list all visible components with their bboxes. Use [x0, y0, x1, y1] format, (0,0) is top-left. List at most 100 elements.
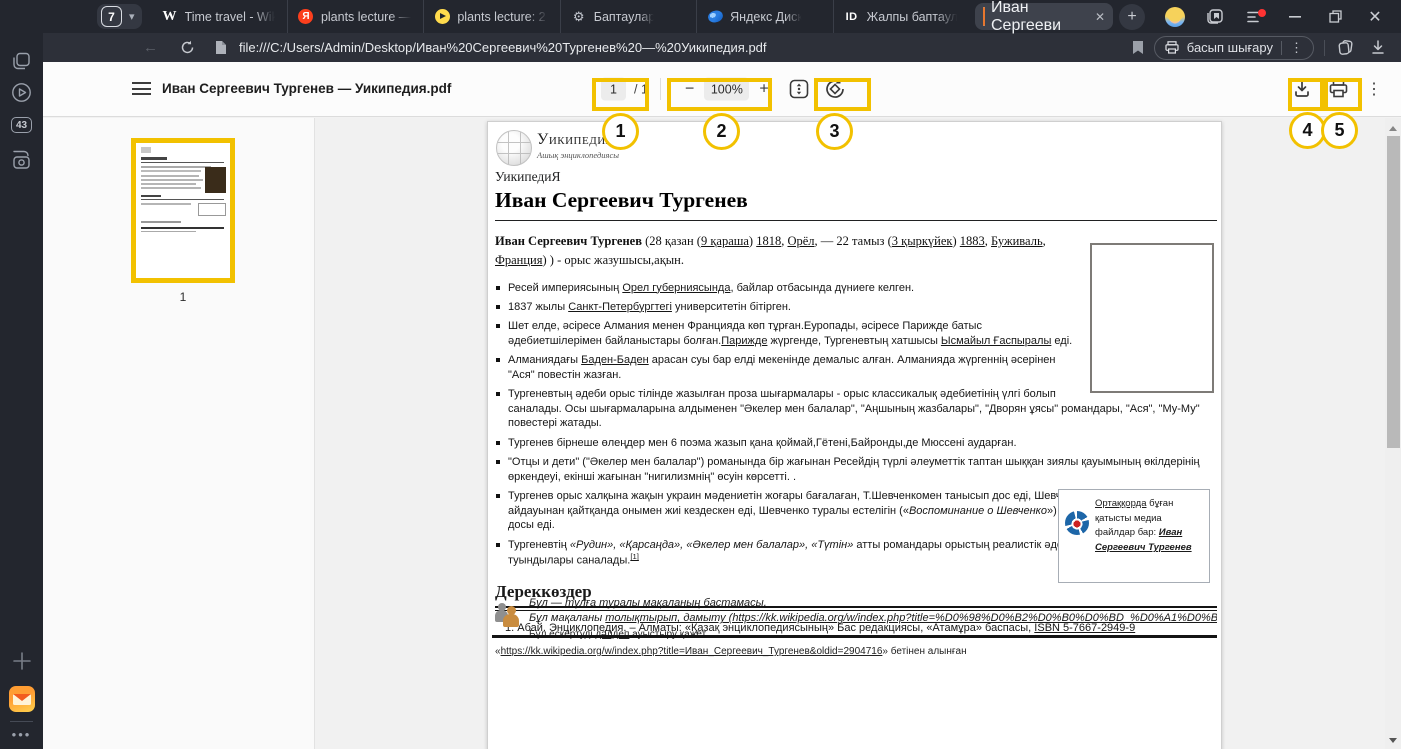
close-tab-icon[interactable]: ✕: [1095, 10, 1105, 24]
divider: [1324, 40, 1325, 56]
tab-wikipedia[interactable]: W Time travel - Wikip: [152, 0, 287, 33]
tab-label: Time travel - Wikip: [185, 10, 277, 24]
pdf-file-icon: [983, 8, 985, 26]
panels-icon: [1206, 8, 1224, 26]
stacked-pages-icon: [12, 52, 31, 71]
tab-count-sidebar-button[interactable]: 43: [0, 117, 43, 133]
page-footer: «https://kk.wikipedia.org/w/index.php?ti…: [495, 646, 967, 657]
pdf-canvas: УикипедиЯ Ашық энциклопедиясы УикипедиЯ …: [315, 118, 1385, 749]
pdf-viewer: Иван Сергеевич Тургенев — Уикипедия.pdf …: [43, 62, 1401, 749]
print-label: басып шығару: [1187, 40, 1273, 55]
annotation-number-1: 1: [602, 113, 639, 150]
url-text[interactable]: file:///C:/Users/Admin/Desktop/Иван%20Се…: [239, 40, 1132, 55]
more-dots-icon: •••: [12, 727, 32, 742]
list-item: "Отцы и дети" ("Әкелер мен балалар") ром…: [495, 455, 1217, 484]
tab-yandex-disk[interactable]: Яндекс Диск: [696, 0, 832, 33]
annotation-box-5: [1324, 78, 1362, 111]
thumbnail-panel: 1: [43, 118, 315, 749]
close-window-button[interactable]: ✕: [1355, 3, 1395, 31]
address-bar: ← file:///C:/Users/Admin/Desktop/Иван%20…: [43, 33, 1401, 62]
list-item: Ресей империясының Орел губерниясында, б…: [495, 281, 1217, 296]
new-tab-button[interactable]: +: [1119, 4, 1145, 30]
tab-active-pdf[interactable]: Иван Сергееви ✕: [975, 3, 1113, 30]
tab-count-badge: 43: [11, 117, 31, 133]
divider: [10, 721, 33, 722]
tab-strip: W Time travel - Wikip Я plants lecture —…: [152, 0, 969, 33]
pdf-content-area: 1 УикипедиЯ Ашық энциклопедиясы Уикипеди…: [43, 118, 1401, 749]
fit-page-button[interactable]: [788, 78, 810, 100]
copy-pages-icon: [1337, 40, 1355, 56]
tab-yandex-search[interactable]: Я plants lecture — Я: [287, 0, 423, 33]
tab-counter[interactable]: 7 ▾: [97, 4, 142, 29]
play-circle-icon: [11, 82, 32, 103]
annotation-number-5: 5: [1321, 112, 1358, 149]
notifications-button[interactable]: [1235, 3, 1275, 31]
tab-yandex-id[interactable]: ID Жалпы баптаулар: [833, 0, 969, 33]
divider: [660, 78, 661, 100]
list-item: Алманиядағы Баден-Баден арасан суы бар е…: [495, 353, 1217, 382]
collections-button[interactable]: [1337, 40, 1355, 56]
minimize-button[interactable]: [1275, 3, 1315, 31]
scrollbar-thumb[interactable]: [1387, 136, 1400, 448]
add-panel-button[interactable]: [0, 651, 43, 671]
screenshot-button[interactable]: [0, 150, 43, 170]
chevron-down-icon[interactable]: ▾: [126, 10, 138, 23]
tab-count-badge: 7: [101, 6, 122, 27]
bookmark-icon: [1132, 40, 1144, 55]
bookmark-button[interactable]: [1132, 40, 1144, 55]
reload-button[interactable]: [180, 40, 195, 55]
media-panel-button[interactable]: [0, 82, 43, 103]
thumbnail-page-number[interactable]: 1: [131, 290, 235, 304]
reload-icon: [180, 40, 195, 55]
annotation-box-2: [667, 78, 772, 111]
gear-icon: ⚙: [571, 9, 587, 25]
yandex-mail-button[interactable]: [0, 686, 43, 712]
restore-button[interactable]: [1315, 3, 1355, 31]
annotation-box-4: [1288, 78, 1324, 111]
downloads-button[interactable]: [1371, 40, 1385, 55]
avatar: [1165, 7, 1185, 27]
pdf-document-title: Иван Сергеевич Тургенев — Уикипедия.pdf: [162, 81, 451, 96]
back-button[interactable]: ←: [143, 39, 158, 56]
logo-subtitle: Ашық энциклопедиясы: [537, 150, 619, 160]
tab-video[interactable]: plants lecture: 2 ть: [423, 0, 559, 33]
pdf-page: УикипедиЯ Ашық энциклопедиясы УикипедиЯ …: [487, 121, 1222, 749]
tab-bar: 7 ▾ W Time travel - Wikip Я plants lectu…: [0, 0, 1401, 33]
scroll-down-arrow[interactable]: [1389, 738, 1397, 743]
id-icon: ID: [844, 9, 860, 25]
annotation-box-1: [592, 78, 649, 111]
tab-label: Яндекс Диск: [730, 10, 803, 24]
print-options-kebab-icon[interactable]: ⋮: [1290, 40, 1303, 56]
browser-sidebar: 43 •••: [0, 0, 43, 749]
annotation-number-2: 2: [703, 113, 740, 150]
pdf-more-button[interactable]: ⋮: [1366, 79, 1382, 99]
menu-button[interactable]: [132, 82, 151, 95]
tab-label: plants lecture — Я: [321, 10, 413, 24]
document-icon: [215, 40, 227, 55]
yandex-disk-icon: [707, 9, 723, 25]
yandex-icon: Я: [298, 9, 314, 25]
tab-settings[interactable]: ⚙ Баптаулар: [560, 0, 696, 33]
commons-box: Ортаққорда бұған қатысты медиа файлдар б…: [1058, 489, 1210, 583]
list-item: Тургеневтың әдеби орыс тілінде жазылған …: [495, 387, 1217, 431]
minimize-icon: [1289, 16, 1301, 18]
annotation-box-3: [814, 78, 871, 111]
page-file-icon[interactable]: [215, 40, 227, 55]
panels-button[interactable]: [1195, 3, 1235, 31]
tab-label: Иван Сергееви: [991, 0, 1091, 35]
notification-dot: [1258, 9, 1266, 17]
annotation-number-3: 3: [816, 113, 853, 150]
commons-text: Ортаққорда бұған қатысты медиа файлдар б…: [1095, 497, 1203, 576]
scroll-up-arrow[interactable]: [1389, 126, 1397, 131]
page-thumbnail[interactable]: [131, 138, 235, 283]
profile-avatar[interactable]: [1155, 3, 1195, 31]
scrollbar[interactable]: [1385, 118, 1401, 749]
divider: [492, 635, 1217, 638]
printer-icon: [1165, 41, 1179, 54]
wikipedia-globe-logo: [496, 130, 532, 166]
browser-window: 7 ▾ W Time travel - Wikip Я plants lectu…: [0, 0, 1401, 749]
tabs-panel-button[interactable]: [0, 52, 43, 71]
print-button[interactable]: басып шығару ⋮: [1154, 36, 1314, 60]
window-controls: ✕: [1155, 3, 1395, 31]
sidebar-more-button[interactable]: •••: [0, 727, 43, 742]
